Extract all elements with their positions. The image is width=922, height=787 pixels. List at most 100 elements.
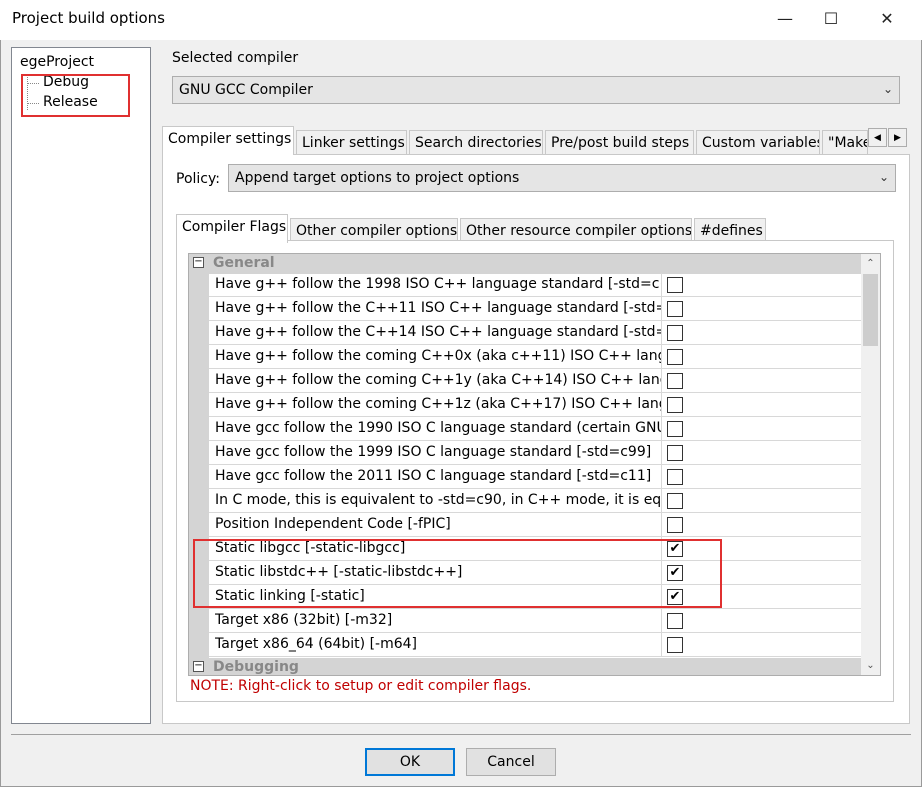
grid-vertical-scrollbar[interactable]: ⌃ ⌄ <box>861 254 880 675</box>
flag-label: Have gcc follow the 2011 ISO C language … <box>215 468 652 484</box>
column-separator <box>661 513 662 537</box>
triangle-left-icon: ◀ <box>874 132 881 143</box>
flag-checkbox[interactable] <box>667 349 683 365</box>
flag-checkbox[interactable] <box>667 373 683 389</box>
column-separator <box>661 489 662 513</box>
column-separator <box>661 609 662 633</box>
tab-pre-post-build-steps[interactable]: Pre/post build steps <box>545 130 694 155</box>
triangle-right-icon: ▶ <box>894 132 901 143</box>
column-separator <box>661 417 662 441</box>
minimize-icon: — <box>777 8 793 28</box>
column-separator <box>661 321 662 345</box>
tab-compiler-settings[interactable]: Compiler settings <box>162 126 294 155</box>
ok-button[interactable]: OK <box>365 748 455 776</box>
scroll-up-button[interactable]: ⌃ <box>861 254 880 273</box>
flag-label: Have gcc follow the 1990 ISO C language … <box>215 420 661 436</box>
maximize-icon: ☐ <box>823 8 839 28</box>
flag-label: Have g++ follow the C++14 ISO C++ langua… <box>215 324 661 340</box>
chevron-down-icon: ⌄ <box>878 170 889 184</box>
flag-row[interactable]: Target x86 (32bit) [-m32] <box>209 609 861 633</box>
collapse-icon[interactable]: − <box>193 257 204 268</box>
column-separator <box>661 633 662 657</box>
flag-label: Have g++ follow the coming C++0x (aka c+… <box>215 348 661 364</box>
policy-select[interactable]: Append target options to project options… <box>228 164 896 192</box>
cancel-button[interactable]: Cancel <box>466 748 556 776</box>
button-separator <box>11 734 911 735</box>
policy-select-value: Append target options to project options <box>235 170 520 186</box>
flag-row[interactable]: Have g++ follow the C++14 ISO C++ langua… <box>209 321 861 345</box>
flag-row[interactable]: Have g++ follow the C++11 ISO C++ langua… <box>209 297 861 321</box>
flag-row[interactable]: Position Independent Code [-fPIC] <box>209 513 861 537</box>
flag-row[interactable]: Have gcc follow the 1990 ISO C language … <box>209 417 861 441</box>
flag-label: In C mode, this is equivalent to -std=c9… <box>215 492 661 508</box>
tab-custom-variables[interactable]: Custom variables <box>696 130 820 155</box>
column-separator <box>661 369 662 393</box>
compiler-select[interactable]: GNU GCC Compiler ⌄ <box>172 76 900 104</box>
flag-row[interactable]: Have g++ follow the coming C++1z (aka C+… <box>209 393 861 417</box>
flag-label: Have g++ follow the coming C++1y (aka C+… <box>215 372 661 388</box>
flag-checkbox[interactable] <box>667 445 683 461</box>
flag-checkbox[interactable] <box>667 613 683 629</box>
minimize-button[interactable]: — <box>762 0 808 36</box>
tab-scroll-right-button[interactable]: ▶ <box>888 128 907 147</box>
flag-checkbox[interactable] <box>667 493 683 509</box>
flag-label: Have g++ follow the C++11 ISO C++ langua… <box>215 300 661 316</box>
flag-checkbox[interactable] <box>667 637 683 653</box>
compiler-flags-grid[interactable]: − General Have g++ follow the 1998 ISO C… <box>188 253 881 676</box>
category-general[interactable]: − General <box>189 254 861 274</box>
flag-label: Target x86_64 (64bit) [-m64] <box>215 636 418 652</box>
compiler-select-value: GNU GCC Compiler <box>179 82 313 98</box>
category-general-label: General <box>213 255 275 271</box>
scroll-down-button[interactable]: ⌄ <box>861 656 880 675</box>
tab-scroll-left-button[interactable]: ◀ <box>868 128 887 147</box>
tab-make-commands[interactable]: "Make <box>822 130 868 155</box>
tab-linker-settings[interactable]: Linker settings <box>296 130 407 155</box>
column-separator <box>661 273 662 297</box>
window-title: Project build options <box>12 9 165 27</box>
flag-row[interactable]: Target x86_64 (64bit) [-m64] <box>209 633 861 657</box>
column-separator <box>661 441 662 465</box>
chevron-up-icon: ⌃ <box>866 258 875 269</box>
dialog-client-area: egeProject Debug Release Selected compil… <box>0 40 922 787</box>
flag-label: Target x86 (32bit) [-m32] <box>215 612 393 628</box>
column-separator <box>661 393 662 417</box>
collapse-icon[interactable]: − <box>193 661 204 672</box>
maximize-button[interactable]: ☐ <box>808 0 854 36</box>
highlight-box-static-flags <box>193 539 722 608</box>
flag-checkbox[interactable] <box>667 421 683 437</box>
flag-row[interactable]: Have gcc follow the 1999 ISO C language … <box>209 441 861 465</box>
column-separator <box>661 465 662 489</box>
chevron-down-icon: ⌄ <box>866 660 875 671</box>
flag-checkbox[interactable] <box>667 397 683 413</box>
flag-label: Position Independent Code [-fPIC] <box>215 516 451 532</box>
category-debugging[interactable]: − Debugging <box>189 658 861 675</box>
flag-row[interactable]: In C mode, this is equivalent to -std=c9… <box>209 489 861 513</box>
column-separator <box>661 345 662 369</box>
grid-hint-note: NOTE: Right-click to setup or edit compi… <box>190 678 532 694</box>
tab-compiler-flags[interactable]: Compiler Flags <box>176 214 288 243</box>
category-debugging-label: Debugging <box>213 659 299 675</box>
project-tree[interactable]: egeProject Debug Release <box>11 47 151 724</box>
column-separator <box>661 297 662 321</box>
flag-checkbox[interactable] <box>667 301 683 317</box>
policy-label: Policy: <box>176 171 220 187</box>
title-bar: Project build options — ☐ ✕ <box>0 0 922 40</box>
flag-row[interactable]: Have gcc follow the 2011 ISO C language … <box>209 465 861 489</box>
flag-row[interactable]: Have g++ follow the coming C++0x (aka c+… <box>209 345 861 369</box>
flag-label: Have g++ follow the coming C++1z (aka C+… <box>215 396 661 412</box>
flag-checkbox[interactable] <box>667 277 683 293</box>
close-icon: ✕ <box>880 8 894 28</box>
flag-row[interactable]: Have g++ follow the 1998 ISO C++ languag… <box>209 273 861 297</box>
tab-search-directories[interactable]: Search directories <box>409 130 543 155</box>
close-button[interactable]: ✕ <box>864 0 910 36</box>
flag-checkbox[interactable] <box>667 325 683 341</box>
highlight-box-targets <box>21 74 130 117</box>
flag-label: Have gcc follow the 1999 ISO C language … <box>215 444 652 460</box>
tree-item-root[interactable]: egeProject <box>20 54 94 70</box>
scroll-thumb[interactable] <box>863 274 878 346</box>
flag-label: Have g++ follow the 1998 ISO C++ languag… <box>215 276 661 292</box>
flag-checkbox[interactable] <box>667 517 683 533</box>
selected-compiler-label: Selected compiler <box>172 50 299 66</box>
flag-checkbox[interactable] <box>667 469 683 485</box>
flag-row[interactable]: Have g++ follow the coming C++1y (aka C+… <box>209 369 861 393</box>
